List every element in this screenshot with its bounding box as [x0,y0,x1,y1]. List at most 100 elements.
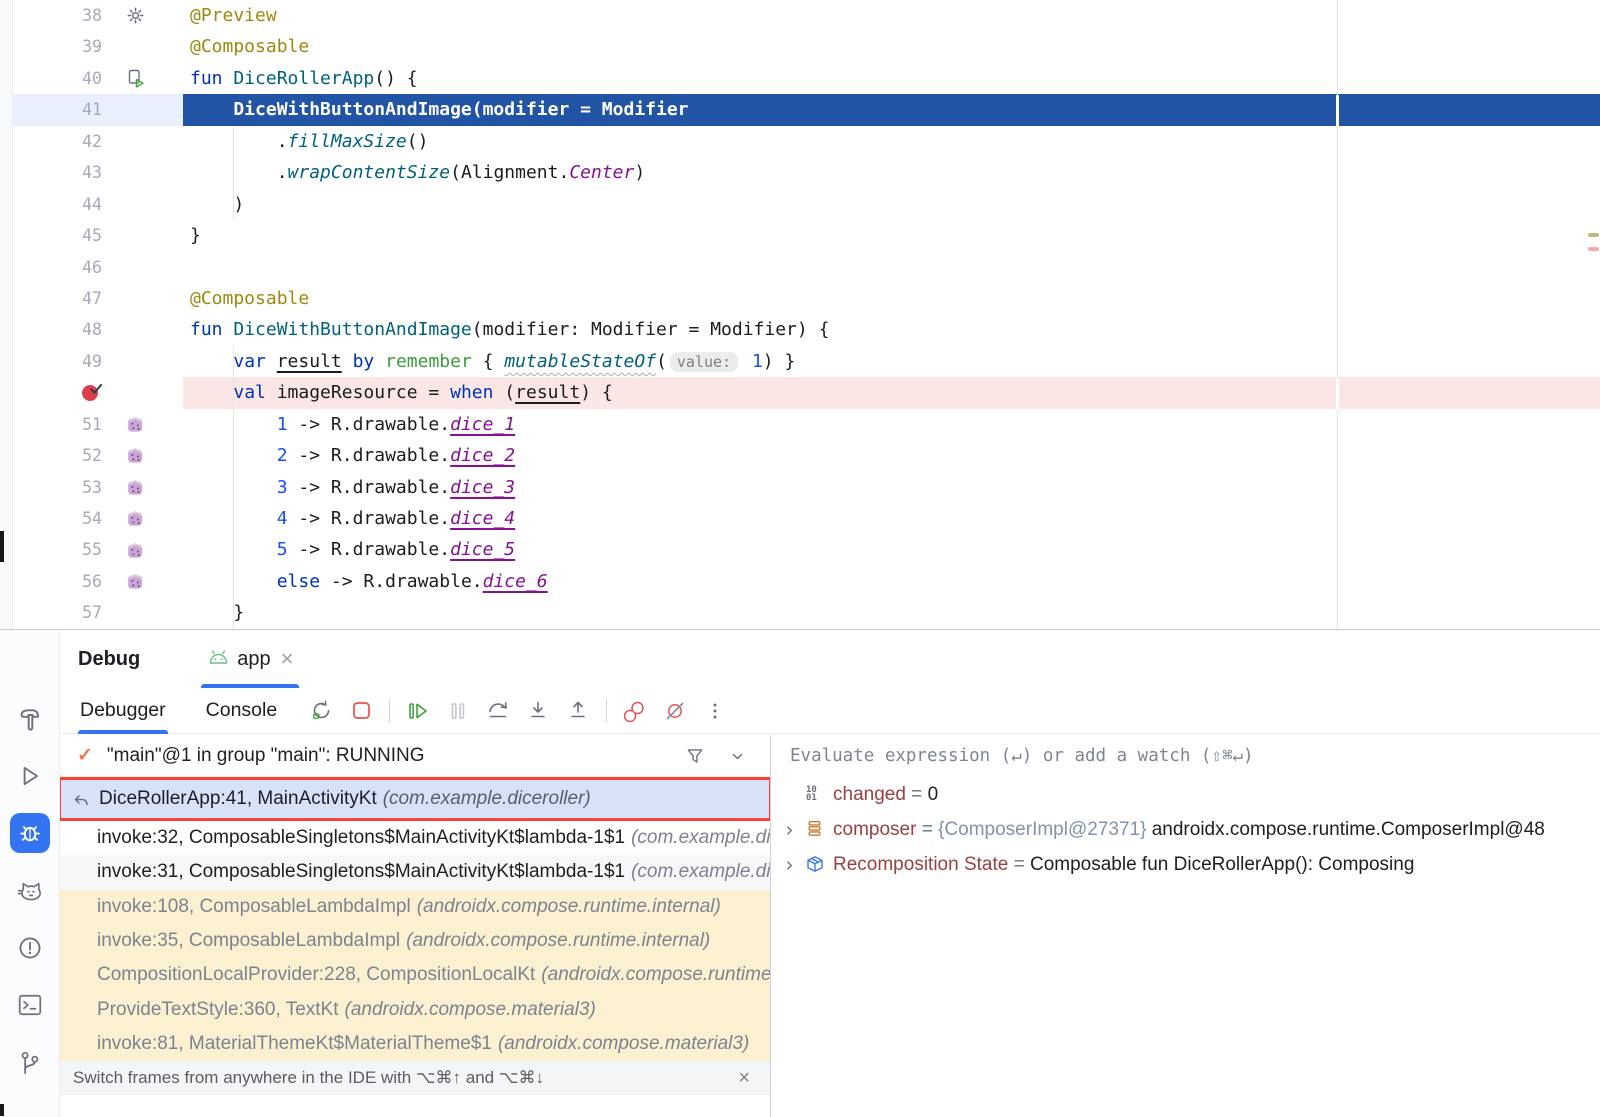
code-line[interactable]: 43 .wrapContentSize(Alignment.Center) [13,157,1600,188]
line-number[interactable]: 53 [13,472,110,503]
scrollbar-error-mark[interactable] [1588,247,1599,251]
code-line[interactable]: 47 @Composable [13,283,1600,314]
code-line[interactable]: 48 fun DiceWithButtonAndImage(modifier: M… [13,314,1600,345]
line-number[interactable]: 47 [13,283,110,314]
chevron-right-icon[interactable] [782,822,797,844]
gear-icon[interactable] [127,7,144,24]
code-line[interactable]: 57 } [13,597,1600,628]
line-number[interactable]: 52 [13,440,110,471]
code-text[interactable]: @Composable [183,283,1600,314]
code-line[interactable]: 38@Preview [13,0,1600,31]
step-over-button[interactable] [486,699,510,723]
code-text[interactable]: 5 -> R.drawable.dice_5 [183,534,1600,565]
code-text[interactable]: @Preview [183,0,1600,31]
code-line[interactable]: 40 fun DiceRollerApp() { [13,63,1600,94]
code-editor[interactable]: 38@Preview39@Composable40fun DiceRollerA… [0,0,1600,629]
step-into-button[interactable] [526,699,550,723]
code-line[interactable]: 42 .fillMaxSize() [13,126,1600,157]
chevron-right-icon[interactable] [782,857,797,879]
watch-row[interactable]: Recomposition State = Composable fun Dic… [771,847,1600,882]
line-number[interactable]: 55 [13,534,110,565]
line-number[interactable]: 51 [13,409,110,440]
sidebar-item-terminal[interactable] [13,988,47,1022]
scrollbar-warning-mark[interactable] [1588,233,1599,237]
dice-icon[interactable] [127,510,144,527]
code-text[interactable]: DiceWithButtonAndImage(modifier = Modifi… [183,94,1600,125]
frame-row[interactable]: invoke:81, MaterialThemeKt$MaterialTheme… [60,1027,770,1061]
code-line[interactable]: 54 4 -> R.drawable.dice_4 [13,503,1600,534]
code-line[interactable]: 55 5 -> R.drawable.dice_5 [13,534,1600,565]
line-number[interactable]: 39 [13,31,110,62]
code-text[interactable]: 1 -> R.drawable.dice_1 [183,409,1600,440]
resume-button[interactable] [406,699,430,723]
run-preview-icon[interactable] [127,69,146,88]
code-line[interactable]: val imageResource = when (result) { [13,377,1600,408]
code-line[interactable]: 46 [13,252,1600,283]
sidebar-item-run[interactable] [13,759,47,793]
step-out-button[interactable] [566,699,590,723]
view-breakpoints-button[interactable] [623,699,647,723]
code-line[interactable]: 51 1 -> R.drawable.dice_1 [13,409,1600,440]
evaluate-expression-input[interactable]: Evaluate expression (↵) or add a watch (… [771,735,1600,777]
line-number[interactable]: 40 [13,63,110,94]
code-text[interactable]: 3 -> R.drawable.dice_3 [183,472,1600,503]
frame-row[interactable]: invoke:35, ComposableLambdaImpl(androidx… [60,924,770,958]
code-text[interactable]: var result by remember { mutableStateOf(… [183,346,1600,377]
code-text[interactable]: 2 -> R.drawable.dice_2 [183,440,1600,471]
stop-button[interactable] [349,699,373,723]
code-text[interactable]: ) [183,189,1600,220]
code-text[interactable]: 4 -> R.drawable.dice_4 [183,503,1600,534]
thread-selector[interactable]: ✓ "main"@1 in group "main": RUNNING [60,735,770,777]
code-line[interactable]: 44 ) [13,189,1600,220]
code-text[interactable]: .fillMaxSize() [183,126,1600,157]
line-number[interactable]: 41 [13,94,110,125]
tab-debugger[interactable]: Debugger [78,688,168,733]
frame-row-selected[interactable]: DiceRollerApp:41, MainActivityKt(com.exa… [60,777,770,821]
sidebar-item-debug[interactable] [10,813,50,853]
breakpoint-check-icon[interactable] [81,383,102,402]
dice-icon[interactable] [127,542,144,559]
code-text[interactable]: fun DiceWithButtonAndImage(modifier: Mod… [183,314,1600,345]
frame-row[interactable]: CompositionLocalProvider:228, Compositio… [60,958,770,992]
code-line[interactable]: 53 3 -> R.drawable.dice_3 [13,472,1600,503]
code-line[interactable]: 41 DiceWithButtonAndImage(modifier = Mod… [13,94,1600,125]
frame-row[interactable]: invoke:31, ComposableSingletons$MainActi… [60,855,770,889]
line-number[interactable]: 54 [13,503,110,534]
tab-console[interactable]: Console [204,688,280,733]
line-number[interactable] [13,377,110,408]
code-lines[interactable]: 38@Preview39@Composable40fun DiceRollerA… [13,0,1600,629]
line-number[interactable]: 49 [13,346,110,377]
code-line[interactable]: 49 var result by remember { mutableState… [13,346,1600,377]
watch-row[interactable]: composer = {ComposerImpl@27371} androidx… [771,812,1600,847]
code-line[interactable]: 52 2 -> R.drawable.dice_2 [13,440,1600,471]
line-number[interactable]: 57 [13,597,110,628]
code-text[interactable]: else -> R.drawable.dice_6 [183,566,1600,597]
code-text[interactable]: } [183,220,1600,251]
line-number[interactable]: 56 [13,566,110,597]
sidebar-item-version-control[interactable] [13,1046,47,1080]
code-text[interactable]: .wrapContentSize(Alignment.Center) [183,157,1600,188]
line-number[interactable]: 45 [13,220,110,251]
dice-icon[interactable] [127,573,144,590]
dice-icon[interactable] [127,447,144,464]
filter-icon[interactable] [686,747,704,770]
code-line[interactable]: 56 else -> R.drawable.dice_6 [13,566,1600,597]
line-number[interactable]: 43 [13,157,110,188]
mute-breakpoints-button[interactable] [663,699,687,723]
code-text[interactable]: val imageResource = when (result) { [183,377,1600,408]
rerun-debug-button[interactable] [309,699,333,723]
sidebar-item-logcat[interactable] [13,874,47,908]
sidebar-item-build[interactable] [13,702,47,736]
tab-app[interactable]: app × [203,631,297,688]
line-number[interactable]: 48 [13,314,110,345]
close-icon[interactable]: × [281,646,294,672]
code-text[interactable] [183,252,1600,283]
code-line[interactable]: 45} [13,220,1600,251]
line-number[interactable]: 42 [13,126,110,157]
pause-button[interactable] [446,699,470,723]
line-number[interactable]: 44 [13,189,110,220]
chevron-down-icon[interactable] [729,748,746,770]
code-line[interactable]: 39@Composable [13,31,1600,62]
code-text[interactable]: fun DiceRollerApp() { [183,63,1600,94]
more-button[interactable] [703,699,727,723]
